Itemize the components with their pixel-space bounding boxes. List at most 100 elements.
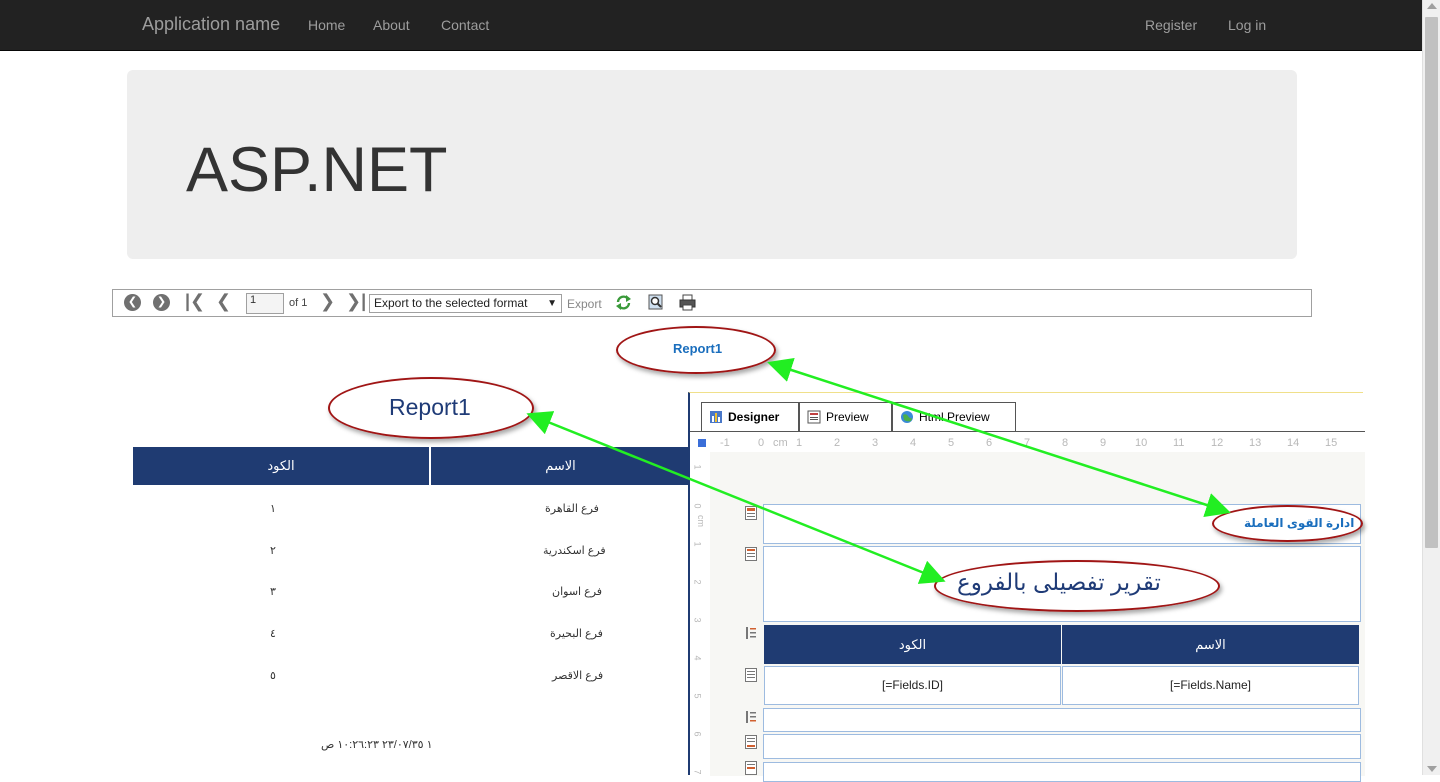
designer-column-header-code[interactable]: الكود: [764, 625, 1061, 664]
ruler-label: 4: [910, 437, 917, 449]
ruler-label: 8: [1062, 437, 1069, 449]
previous-page-icon[interactable]: ❮: [216, 291, 231, 312]
navbar: Application name Home About Contact Regi…: [0, 0, 1422, 51]
export-format-select[interactable]: Export to the selected format ▼: [369, 294, 562, 313]
cell-name: فرع البحيرة: [550, 628, 603, 640]
designer-column-header-name[interactable]: الاسم: [1062, 625, 1359, 664]
ruler-label: 4: [692, 655, 703, 661]
group-header-band-icon[interactable]: [745, 626, 757, 640]
refresh-icon[interactable]: [615, 294, 632, 311]
ruler-label: 0: [758, 437, 765, 449]
ruler-label: -1: [720, 437, 730, 449]
cell-code: ١: [270, 503, 276, 515]
cell-code: ٤: [270, 628, 276, 640]
tab-designer[interactable]: Designer: [701, 402, 799, 432]
tab-label: Html Preview: [919, 410, 990, 424]
ruler-label: 2: [834, 437, 841, 449]
nav-login[interactable]: Log in: [1228, 17, 1266, 33]
cell-name: فرع اسكندرية: [543, 545, 606, 557]
annotation-ellipse: [616, 326, 776, 374]
cell-name: فرع اسوان: [552, 586, 603, 598]
ruler-label: 2: [692, 579, 703, 585]
page-footer-band[interactable]: [763, 734, 1361, 759]
ruler-label: cm: [696, 515, 706, 527]
ruler-label: 3: [692, 617, 703, 623]
cell-name: فرع الاقصر: [552, 670, 604, 682]
ruler-label: 3: [872, 437, 879, 449]
globe-icon: [901, 411, 913, 423]
last-page-icon[interactable]: ❯|: [346, 291, 366, 312]
ruler-corner-icon[interactable]: [698, 439, 706, 447]
annotation-ellipse: [934, 560, 1220, 612]
page-number-input[interactable]: 1: [246, 293, 284, 314]
cell-code: ٥: [270, 670, 276, 682]
page-scrollbar[interactable]: [1422, 0, 1440, 775]
ruler-label: 14: [1287, 437, 1300, 449]
ruler-label: 0: [692, 503, 703, 509]
field-id-textbox[interactable]: [=Fields.ID]: [764, 666, 1061, 705]
tab-html-preview[interactable]: Html Preview: [892, 402, 1016, 432]
ruler-label: 9: [1100, 437, 1107, 449]
ruler-label: 11: [1173, 437, 1185, 449]
detail-band-icon[interactable]: [745, 668, 757, 682]
ruler-label: 1: [692, 541, 703, 547]
next-page-icon[interactable]: ❯: [320, 291, 335, 312]
ruler-label: 1: [692, 464, 703, 470]
ruler-label: 5: [692, 693, 703, 699]
page-count-label: of 1: [289, 297, 308, 309]
page-title: ASP.NET: [186, 135, 448, 205]
page-footer-band-icon[interactable]: [745, 735, 757, 749]
ruler-label: 15: [1325, 437, 1338, 449]
export-button[interactable]: Export: [567, 297, 602, 311]
report-timestamp: ١ ٢٣/٠٧/٣٥ ١٠:٢٦:٢٣ ص: [321, 739, 433, 751]
ruler-label: 12: [1211, 437, 1224, 449]
ruler-label: 5: [948, 437, 955, 449]
export-format-value: Export to the selected format: [374, 296, 528, 310]
ruler-label: 6: [692, 731, 703, 737]
jumbotron: ASP.NET: [127, 70, 1297, 259]
ruler-label: 6: [986, 437, 993, 449]
field-name-textbox[interactable]: [=Fields.Name]: [1062, 666, 1359, 705]
cell-name: فرع القاهرة: [545, 503, 599, 515]
tab-preview[interactable]: Preview: [799, 402, 892, 432]
ruler-label: 13: [1249, 437, 1262, 449]
scroll-thumb[interactable]: [1425, 17, 1438, 548]
first-page-icon[interactable]: |❮: [185, 291, 205, 312]
ruler-label: 7: [692, 769, 703, 775]
cell-code: ٣: [270, 586, 276, 598]
group-footer-band[interactable]: [763, 708, 1361, 732]
scroll-up-icon[interactable]: [1427, 3, 1437, 9]
vertical-ruler: 1 0 cm 1 2 3 4 5 6 7: [690, 452, 710, 776]
cell-code: ٢: [270, 545, 276, 557]
scroll-down-icon[interactable]: [1427, 766, 1437, 772]
nav-contact[interactable]: Contact: [441, 17, 489, 33]
ruler-label: 10: [1135, 437, 1148, 449]
horizontal-ruler: -1 0 cm 1 2 3 4 5 6 7 8 9 10 11 12 13 14…: [690, 432, 1365, 452]
nav-about[interactable]: About: [373, 17, 410, 33]
print-icon[interactable]: [679, 294, 696, 311]
nav-register[interactable]: Register: [1145, 17, 1197, 33]
page-header-band-icon[interactable]: [745, 506, 757, 520]
annotation-ellipse: [328, 377, 534, 439]
tab-label: Preview: [826, 410, 869, 424]
back-icon[interactable]: ❮: [124, 294, 141, 311]
dropdown-caret-icon: ▼: [547, 298, 557, 309]
column-header-name: الاسم: [431, 447, 690, 485]
search-icon[interactable]: [647, 294, 664, 311]
report-footer-band-icon[interactable]: [745, 761, 757, 775]
tab-label: Designer: [728, 410, 780, 424]
report-footer-band[interactable]: [763, 762, 1361, 782]
column-header-code: الكود: [133, 447, 429, 485]
designer-icon: [710, 411, 722, 423]
report-viewer-toolbar: ❮ ❯ |❮ ❮ 1 of 1 ❯ ❯| Export to the selec…: [112, 289, 1312, 317]
brand-link[interactable]: Application name: [142, 14, 280, 35]
ruler-label: 7: [1024, 437, 1031, 449]
group-footer-band-icon[interactable]: [745, 710, 757, 724]
preview-icon: [807, 410, 821, 424]
annotation-ellipse: [1212, 505, 1363, 542]
report-header-band-icon[interactable]: [745, 547, 757, 561]
nav-home[interactable]: Home: [308, 17, 345, 33]
forward-icon[interactable]: ❯: [153, 294, 170, 311]
ruler-label: 1: [796, 437, 803, 449]
ruler-label: cm: [773, 437, 788, 449]
